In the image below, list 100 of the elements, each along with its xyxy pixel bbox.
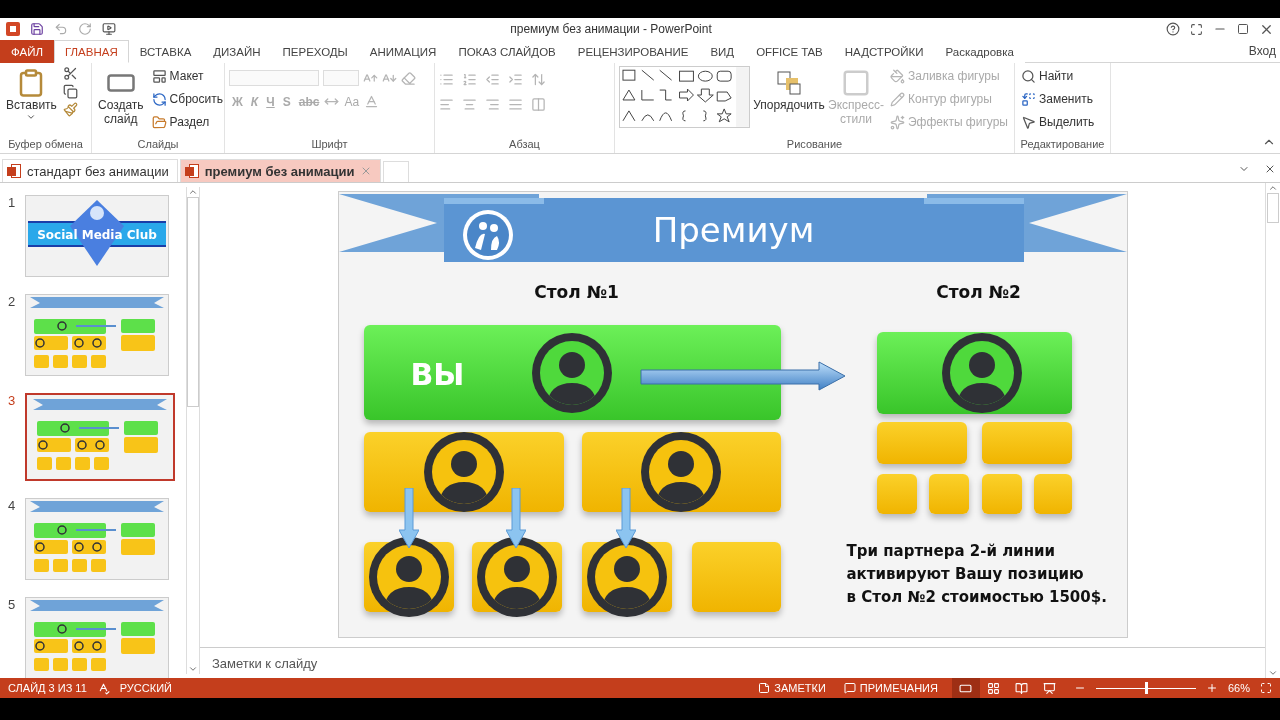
eraser-icon[interactable]	[401, 70, 416, 86]
scroll-thumb[interactable]	[1267, 193, 1279, 223]
help-icon[interactable]	[1166, 22, 1180, 36]
undo-icon[interactable]	[54, 22, 68, 36]
align-center-icon[interactable]	[462, 97, 477, 112]
scroll-down-icon[interactable]	[1268, 668, 1278, 678]
partner-card	[928, 474, 969, 514]
save-icon[interactable]	[30, 22, 44, 36]
slide-number: 2	[8, 294, 17, 309]
logo-icon	[460, 208, 515, 262]
scroll-thumb[interactable]	[187, 197, 199, 407]
group-label: Абзац	[508, 137, 541, 152]
bullets-icon[interactable]	[439, 72, 454, 87]
section-button[interactable]: Раздел	[149, 112, 225, 132]
ribbon-tab[interactable]: ФАЙЛ	[0, 40, 54, 63]
line-spacing-icon[interactable]	[531, 72, 546, 87]
maximize-icon[interactable]	[1237, 23, 1249, 35]
slide-thumbnail[interactable]	[25, 393, 175, 481]
group-label: Слайды	[136, 137, 180, 152]
person-avatar-icon	[476, 537, 557, 617]
comments-button[interactable]: ПРИМЕЧАНИЯ	[839, 682, 942, 694]
square-icon	[841, 68, 871, 98]
slide-title: Премиум	[651, 210, 816, 250]
document-tab[interactable]: стандарт без анимации	[2, 159, 178, 182]
close-icon[interactable]	[1264, 163, 1276, 175]
slideshow-icon[interactable]	[102, 22, 116, 36]
slide-title: Social Media Club	[37, 228, 157, 242]
partner-card	[1033, 474, 1072, 514]
ribbon-display-icon[interactable]	[1190, 22, 1203, 36]
folder-icon	[151, 114, 167, 130]
person-avatar-icon	[531, 333, 612, 413]
logo-icon	[90, 206, 104, 220]
search-icon	[1021, 68, 1036, 84]
layout-icon	[151, 68, 167, 84]
zoom-thumb[interactable]	[1144, 682, 1148, 694]
person-avatar-icon	[941, 333, 1022, 413]
group-label: Шрифт	[310, 137, 349, 152]
copy-icon[interactable]	[62, 84, 78, 99]
sparkles-icon	[890, 114, 905, 130]
window-title: премиум без анимации - PowerPoint	[509, 22, 713, 36]
reading-view-icon	[1015, 681, 1029, 695]
table-label: Стол №2	[935, 282, 1022, 302]
zoom-level: 66%	[1227, 682, 1250, 694]
select-button[interactable]: Выделить	[1019, 112, 1097, 132]
zoom-in-icon[interactable]	[1205, 682, 1218, 694]
powerpoint-icon	[6, 22, 20, 36]
scroll-down-icon[interactable]	[188, 664, 198, 674]
person-avatar-icon	[423, 432, 504, 512]
increase-indent-icon[interactable]	[508, 72, 523, 87]
person-avatar-icon	[640, 432, 721, 512]
partner-card	[981, 474, 1022, 514]
new-slide-button[interactable]: Создать слайд	[96, 66, 146, 137]
find-button[interactable]: Найти	[1019, 66, 1097, 86]
decrease-indent-icon[interactable]	[485, 72, 500, 87]
justify-icon[interactable]	[508, 97, 523, 112]
paintbrush-icon[interactable]	[62, 102, 78, 117]
columns-icon[interactable]	[531, 97, 546, 112]
slideshow-icon	[1043, 681, 1057, 695]
reset-icon	[151, 91, 167, 107]
ribbon-tab[interactable]: ГЛАВНАЯ	[54, 40, 129, 63]
fit-slide-icon[interactable]	[1260, 682, 1272, 694]
pointer-icon	[1021, 114, 1036, 130]
partner-card	[876, 474, 917, 514]
note-icon	[758, 682, 771, 694]
paint-bucket-icon	[890, 68, 905, 84]
language-label: РУССКИЙ	[119, 682, 172, 694]
arrange-button[interactable]: Упорядочить	[754, 66, 824, 137]
document-icon	[7, 164, 21, 178]
comment-icon	[843, 682, 856, 694]
align-right-icon[interactable]	[485, 97, 500, 112]
shapes-gallery[interactable]	[619, 66, 750, 128]
replace-button[interactable]: Заменить	[1019, 89, 1097, 109]
slide-number: 5	[8, 597, 17, 612]
font-color-icon[interactable]	[364, 94, 380, 109]
align-left-icon[interactable]	[439, 97, 454, 112]
sign-in-link[interactable]: Вход	[1248, 44, 1280, 58]
group-label: Буфер обмена	[7, 137, 84, 152]
scroll-up-icon[interactable]	[1268, 183, 1278, 193]
scroll-up-icon[interactable]	[188, 187, 198, 197]
slide-note: Три партнера 2-й линии активируют Вашу позицию в Стол №2 стоимостью 1500$.	[846, 541, 1107, 608]
document-tab[interactable]: премиум без анимации	[179, 159, 382, 182]
group-label: Рисование	[785, 137, 844, 152]
layout-button[interactable]: Макет	[149, 66, 225, 86]
view-button[interactable]	[951, 678, 980, 698]
group-label: Редактирование	[1019, 137, 1106, 152]
cut-icon[interactable]	[62, 66, 78, 81]
slide-number: 3	[8, 393, 17, 408]
document-icon	[184, 164, 199, 178]
slide-number: 1	[8, 195, 17, 210]
reset-button[interactable]: Сбросить	[149, 89, 225, 109]
numbering-icon[interactable]	[462, 72, 477, 87]
you-label: ВЫ	[410, 357, 465, 392]
slide-number: 4	[8, 498, 17, 513]
notes-button[interactable]: ЗАМЕТКИ	[754, 682, 830, 694]
caret-icon	[26, 112, 37, 122]
paste-button[interactable]: Вставить	[4, 66, 59, 137]
arrange-icon	[774, 68, 804, 98]
down-arrow	[505, 488, 526, 548]
grid-view-icon	[987, 681, 1001, 695]
redo-icon[interactable]	[78, 22, 92, 36]
